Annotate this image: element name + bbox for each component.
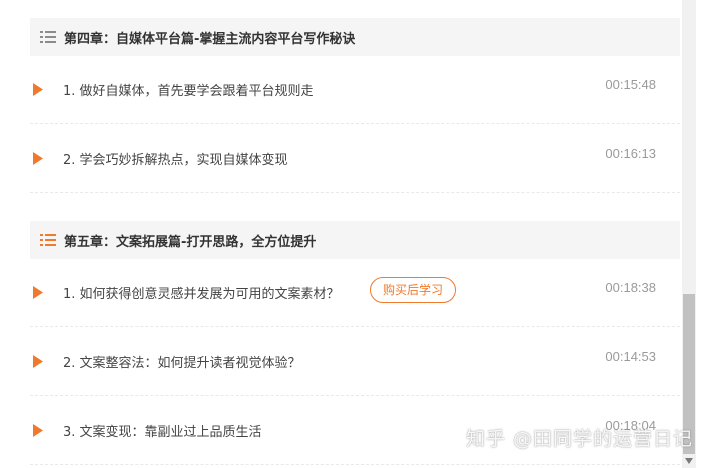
lesson-row[interactable]: 1. 如何获得创意灵感并发展为可用的文案素材？ 购买后学习 00:18:38: [30, 259, 680, 327]
lesson-title[interactable]: 2. 文案整容法：如何提升读者视觉体验？: [63, 352, 301, 371]
play-icon[interactable]: [33, 424, 43, 437]
lesson-title[interactable]: 2. 学会巧妙拆解热点，实现自媒体变现: [63, 149, 288, 168]
lesson-row[interactable]: 1. 做好自媒体，首先要学会跟着平台规则走 00:15:48: [30, 56, 680, 124]
lesson-duration: 00:18:38: [605, 280, 656, 295]
play-icon[interactable]: [33, 355, 43, 368]
play-icon[interactable]: [33, 286, 43, 299]
lesson-title[interactable]: 1. 如何获得创意灵感并发展为可用的文案素材？: [63, 283, 340, 302]
buy-to-learn-button[interactable]: 购买后学习: [370, 277, 457, 303]
scroll-down-arrow-icon[interactable]: [685, 458, 693, 464]
chapter-header[interactable]: 第五章：文案拓展篇-打开思路，全方位提升: [30, 221, 680, 259]
lesson-duration: 00:16:13: [605, 146, 656, 161]
lesson-duration: 00:15:48: [605, 77, 656, 92]
list-icon: [40, 31, 56, 43]
course-page: 第四章：自媒体平台篇-掌握主流内容平台写作秘诀 1. 做好自媒体，首先要学会跟着…: [0, 0, 720, 468]
play-icon[interactable]: [33, 83, 43, 96]
chapter-header[interactable]: 第四章：自媒体平台篇-掌握主流内容平台写作秘诀: [30, 18, 680, 56]
chapter-title: 第四章：自媒体平台篇-掌握主流内容平台写作秘诀: [64, 31, 356, 47]
lesson-row[interactable]: 2. 文案整容法：如何提升读者视觉体验？ 00:14:53: [30, 328, 680, 396]
vertical-scrollbar[interactable]: [682, 0, 696, 468]
lesson-duration: 00:14:53: [605, 349, 656, 364]
list-icon: [40, 234, 56, 246]
lesson-title[interactable]: 3. 文案变现：靠副业过上品质生活: [63, 421, 262, 440]
chapter-title: 第五章：文案拓展篇-打开思路，全方位提升: [64, 234, 317, 250]
watermark: 知乎 @田同学的运营日记: [466, 428, 694, 450]
course-outline: 第四章：自媒体平台篇-掌握主流内容平台写作秘诀 1. 做好自媒体，首先要学会跟着…: [30, 0, 680, 468]
lesson-title[interactable]: 1. 做好自媒体，首先要学会跟着平台规则走: [63, 80, 314, 99]
play-icon[interactable]: [33, 152, 43, 165]
lesson-row[interactable]: 2. 学会巧妙拆解热点，实现自媒体变现 00:16:13: [30, 125, 680, 193]
